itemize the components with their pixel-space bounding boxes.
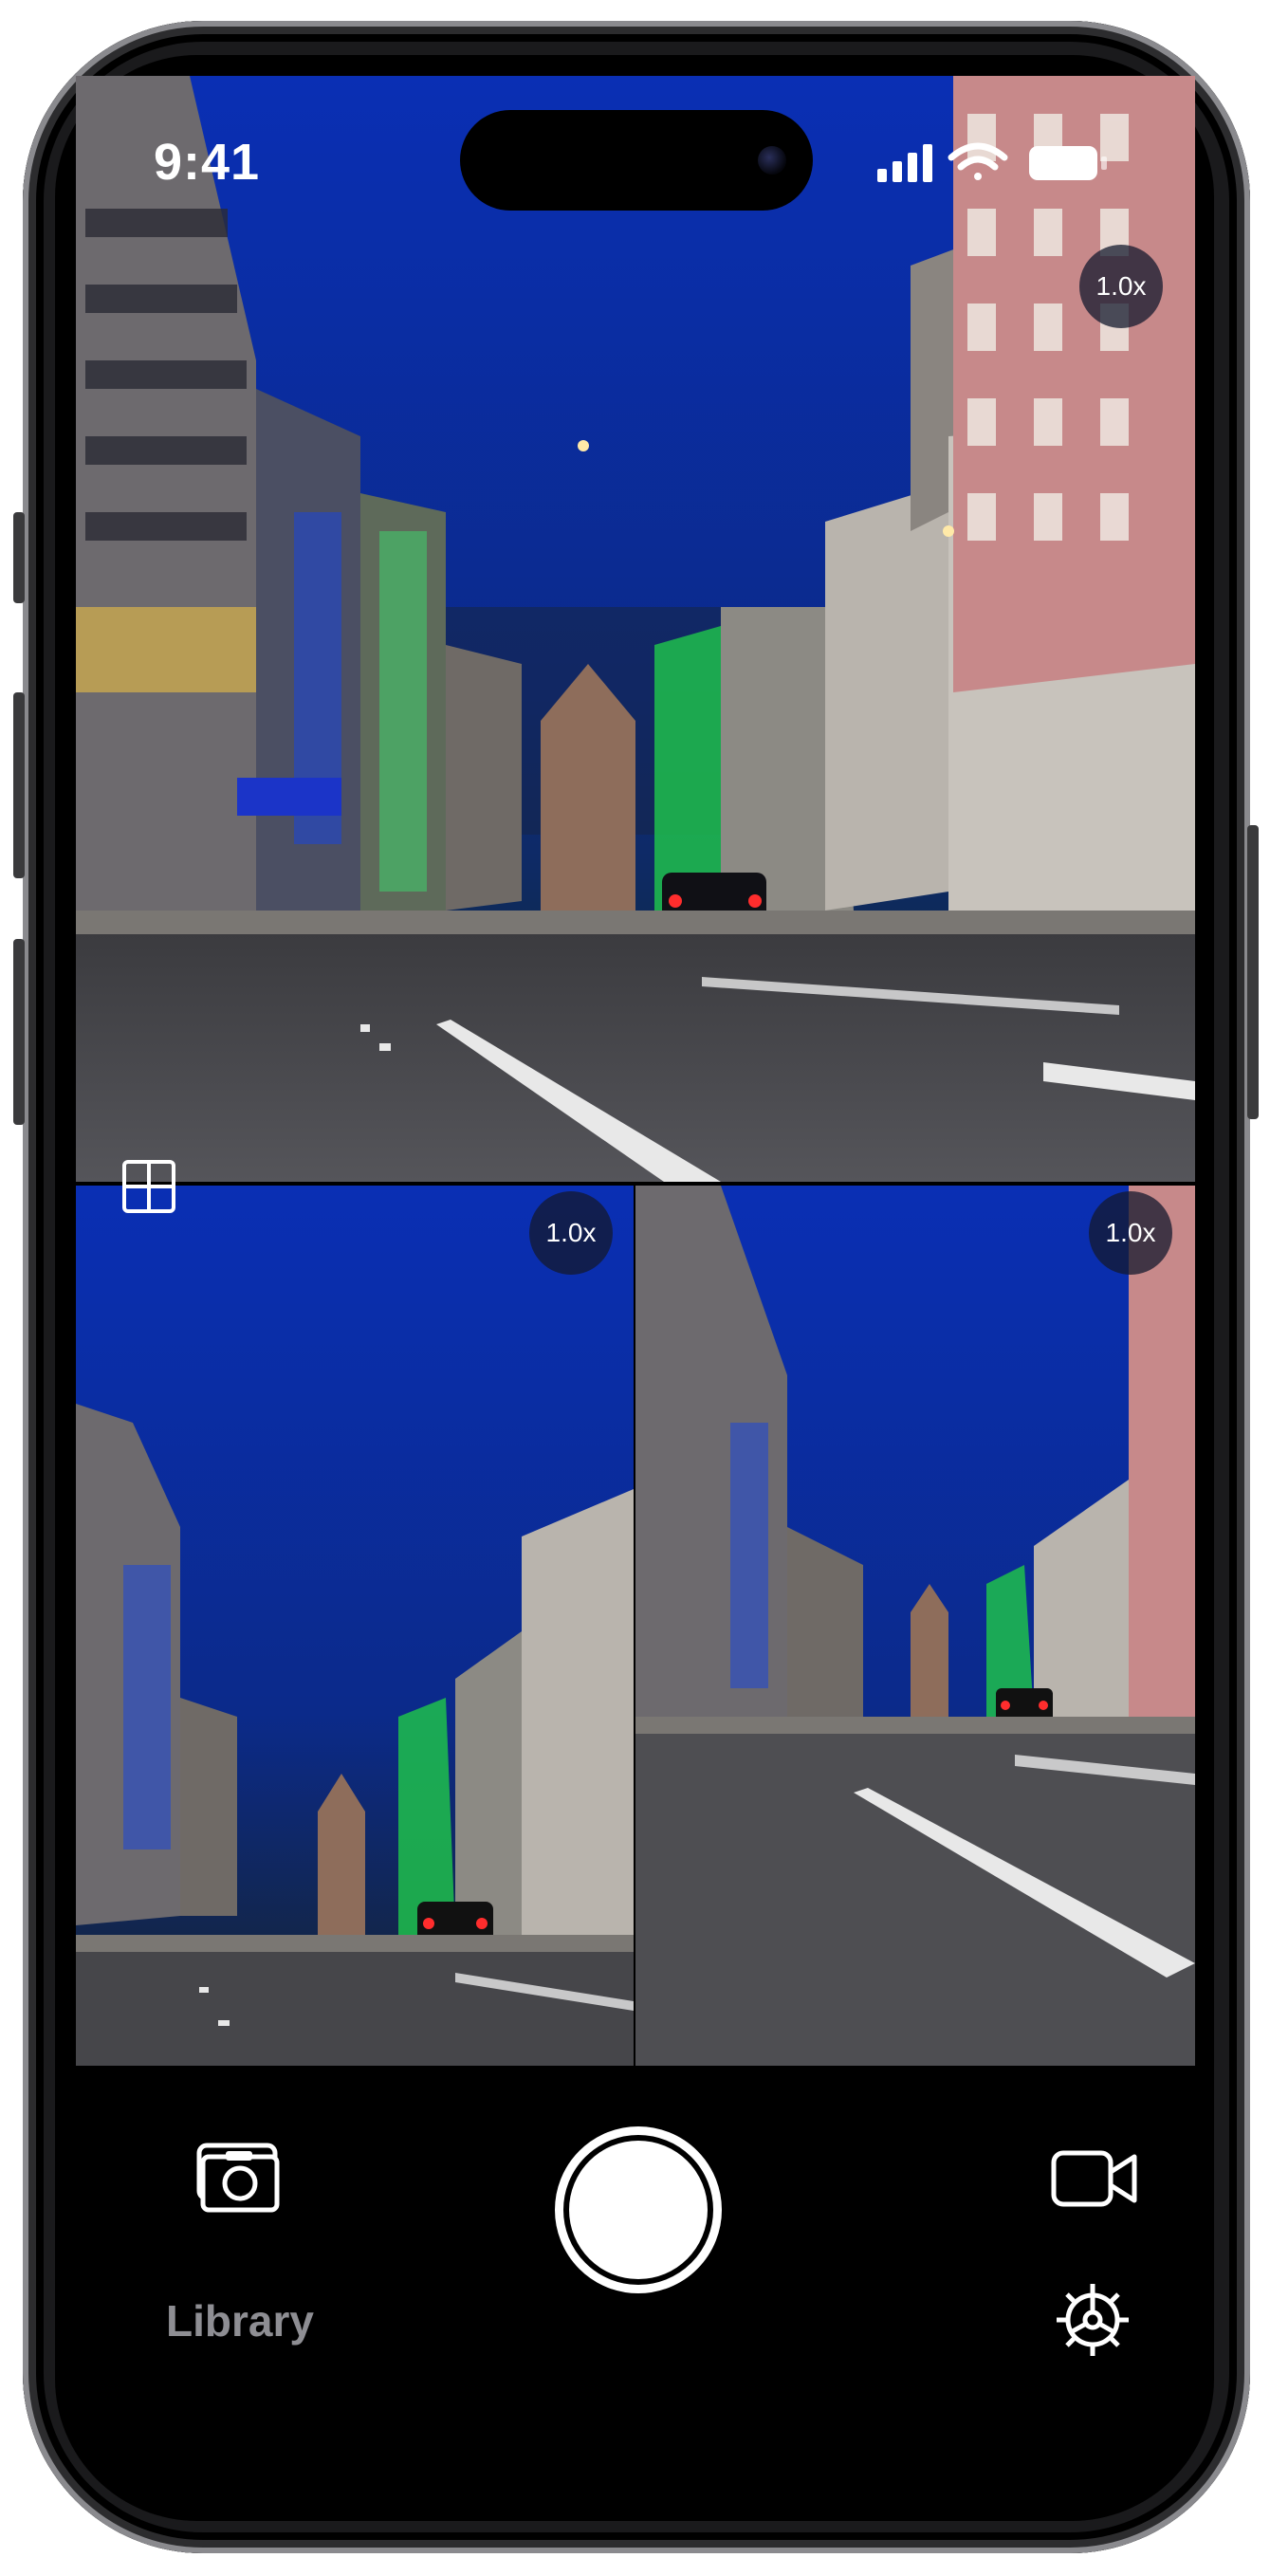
battery-icon: [1029, 146, 1107, 180]
wifi-icon: [948, 142, 1008, 180]
status-time: 9:41: [154, 134, 261, 191]
zoom-badge-main[interactable]: 1.0x: [1079, 245, 1163, 328]
volume-up-button: [13, 692, 25, 878]
library-label[interactable]: Library: [166, 2295, 314, 2346]
camera-photo-icon[interactable]: [195, 2142, 286, 2214]
volume-down-button: [13, 939, 25, 1125]
shutter-button[interactable]: [555, 2126, 722, 2293]
cellular-signal-icon: [877, 144, 932, 182]
zoom-badge-bottom-right[interactable]: 1.0x: [1089, 1191, 1172, 1275]
video-camera-icon[interactable]: [1051, 2149, 1138, 2208]
camera-view-bottom-right[interactable]: [635, 1186, 1195, 2066]
dynamic-island: [460, 110, 813, 211]
status-icons: [877, 140, 1124, 186]
camera-view-main[interactable]: [76, 76, 1195, 1182]
front-camera-lens: [758, 146, 786, 175]
camera-view-bottom-left[interactable]: [76, 1186, 634, 2066]
grid-layout-icon[interactable]: [121, 1159, 176, 1214]
zoom-badge-bottom-left[interactable]: 1.0x: [529, 1191, 613, 1275]
gear-icon[interactable]: [1053, 2280, 1132, 2360]
power-button: [1247, 825, 1259, 1119]
shutter-button-inner: [569, 2141, 708, 2279]
action-button: [13, 512, 25, 603]
